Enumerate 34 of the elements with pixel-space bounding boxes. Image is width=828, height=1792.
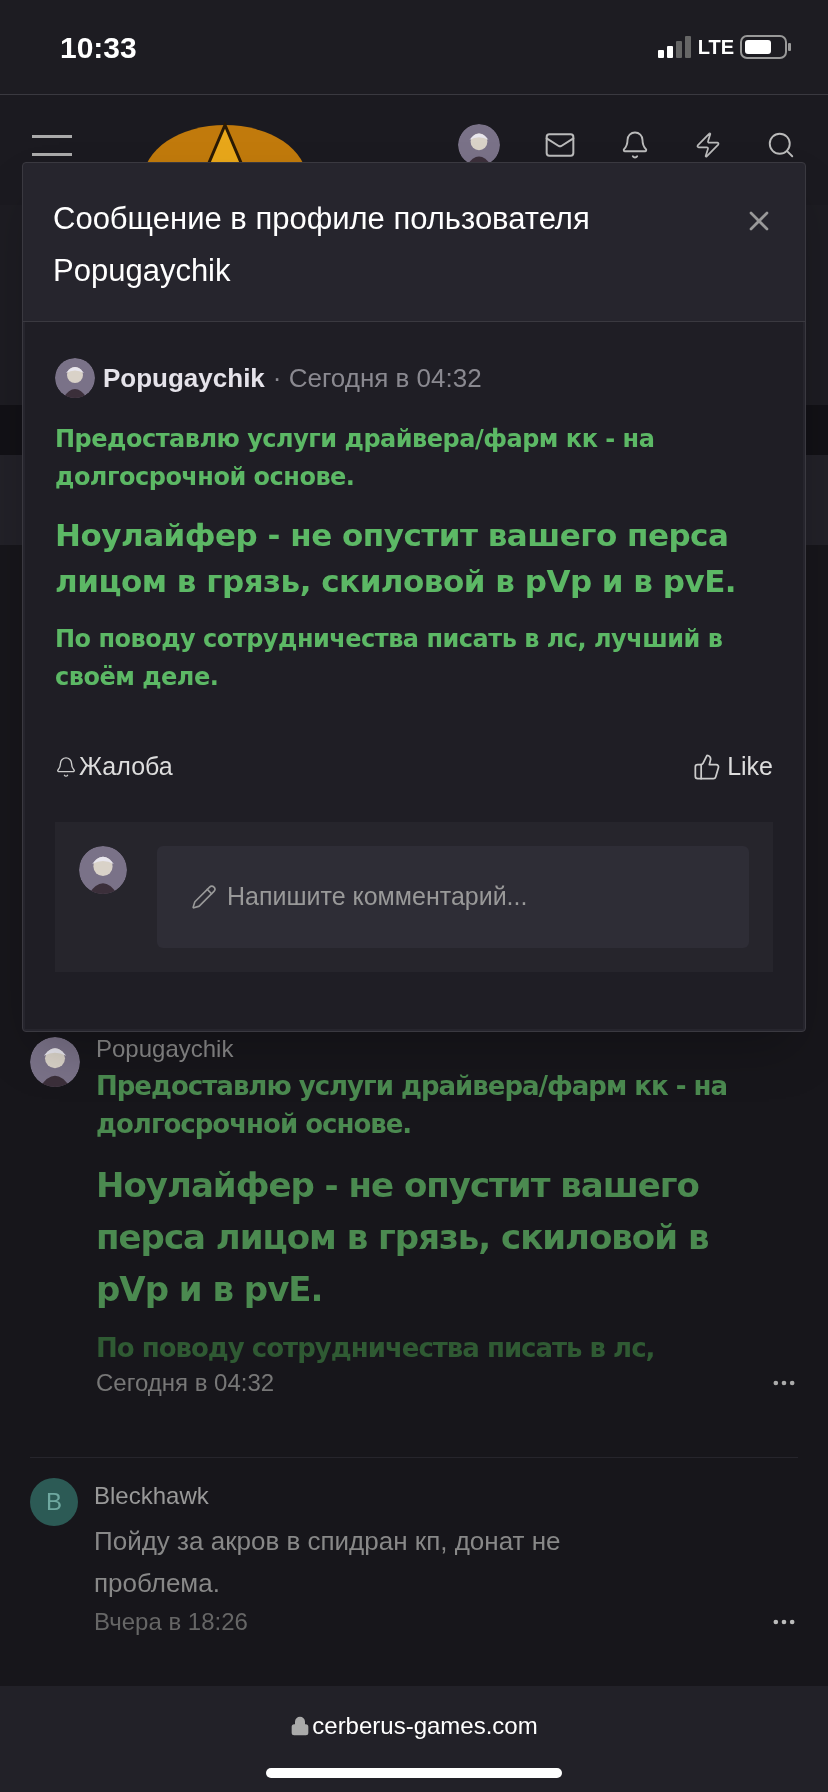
menu-icon[interactable]: [32, 133, 72, 157]
post-paragraph: По поводу сотрудничества писать в лс, лучший в своём деле.: [55, 624, 724, 693]
report-link[interactable]: Жалоба: [55, 748, 173, 786]
post-paragraph: Ноулайфер - не опустит вашего перса лицом в грязь, скиловой в pVp и в pvE.: [96, 1164, 710, 1311]
post-paragraph: Предоставлю услуги драйвера/фарм кк - на долгосрочной основе.: [96, 1070, 728, 1141]
network-label: LTE: [697, 35, 734, 60]
post-paragraph: Предоставлю услуги драйвера/фарм кк - на долгосрочной основе.: [55, 424, 656, 493]
post-paragraph: Ноулайфер - не опустит вашего перса лицом в грязь, скиловой в pVp и в pvE.: [55, 516, 738, 601]
post-paragraph: По поводу сотрудничества писать в лс,: [96, 1333, 656, 1363]
author-name[interactable]: Popugaychik: [96, 1031, 798, 1067]
battery-icon: [740, 35, 792, 59]
bell-icon[interactable]: [620, 130, 650, 160]
initial-avatar: B: [30, 1478, 78, 1526]
post-time: · Сегодня в 04:32: [272, 361, 482, 395]
signal-icon: [657, 36, 692, 58]
comment-author[interactable]: Bleckhawk: [94, 1478, 798, 1514]
lock-icon: [290, 1716, 311, 1736]
comment-time: Вчера в 18:26: [94, 1607, 248, 1637]
status-time: 10:33: [60, 29, 137, 66]
post-time: Сегодня в 04:32: [96, 1368, 275, 1398]
author-name[interactable]: Popugaychik: [103, 358, 265, 398]
author-avatar: [30, 1037, 80, 1087]
comment-field[interactable]: Напишите комментарий...: [157, 845, 749, 948]
like-link[interactable]: Like: [693, 748, 773, 786]
author-avatar: [55, 358, 95, 398]
bell-icon: [55, 755, 77, 778]
user-avatar: [79, 845, 127, 894]
modal-title: Сообщение в профиле пользователя Popugaychik: [53, 200, 591, 290]
thumbs-up-icon: [693, 752, 722, 781]
url-text[interactable]: cerberus-games.com: [312, 1708, 538, 1744]
search-icon[interactable]: [766, 130, 796, 160]
comment-text: Пойду за акров в спидран кп, донат не проблема.: [94, 1525, 562, 1600]
bolt-icon[interactable]: [694, 131, 722, 159]
pencil-icon: [191, 883, 217, 910]
